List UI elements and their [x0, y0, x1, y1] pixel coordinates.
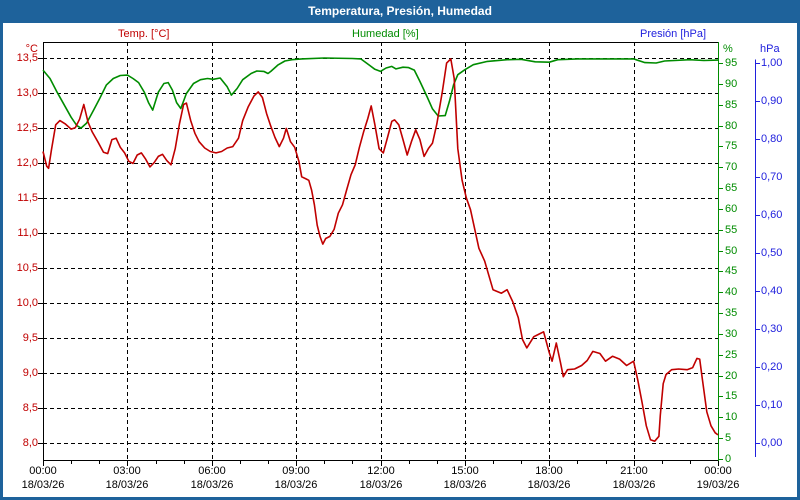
humidity-tick-label: 30	[725, 328, 737, 340]
humidity-tick-label: 80	[725, 120, 737, 132]
humidity-tick-label: 10	[725, 411, 737, 423]
humidity-tick-label: 75	[725, 140, 737, 152]
time-tick-label: 06:00	[192, 465, 232, 477]
temp-tick-label: 12,0	[8, 157, 38, 169]
temp-tick-label: 10,0	[8, 297, 38, 309]
pressure-tick-label: 0,90	[761, 95, 782, 107]
date-tick-label: 18/03/26	[268, 479, 324, 491]
chart-window: Temperatura, Presión, Humedad Temp. [°C]…	[0, 0, 800, 500]
pressure-tick-label: 1,00	[761, 57, 782, 69]
pressure-tick-label: 0,30	[761, 323, 782, 335]
temp-tick-label: 13,5	[8, 52, 38, 64]
temp-tick-label: 12,5	[8, 122, 38, 134]
humidity-tick-label: 0	[725, 453, 731, 465]
pressure-tick-label: 0,60	[761, 209, 782, 221]
humidity-tick-label: 85	[725, 99, 737, 111]
humidity-tick-label: 40	[725, 286, 737, 298]
pressure-tick-label: 0,70	[761, 171, 782, 183]
humidity-tick-label: 20	[725, 370, 737, 382]
pressure-tick-label: 0,20	[761, 361, 782, 373]
humidity-tick-label: 55	[725, 224, 737, 236]
humidity-tick-label: 95	[725, 57, 737, 69]
time-tick-label: 12:00	[361, 465, 401, 477]
humidity-tick-label: 50	[725, 245, 737, 257]
temp-tick-label: 11,5	[8, 192, 38, 204]
date-tick-label: 18/03/26	[99, 479, 155, 491]
pressure-tick-label: 0,10	[761, 399, 782, 411]
date-tick-label: 18/03/26	[521, 479, 577, 491]
humidity-tick-label: 45	[725, 265, 737, 277]
time-tick-label: 00:00	[23, 465, 63, 477]
date-tick-label: 19/03/26	[690, 479, 746, 491]
time-tick-label: 00:00	[698, 465, 738, 477]
humidity-tick-label: 5	[725, 432, 731, 444]
date-tick-label: 18/03/26	[437, 479, 493, 491]
humidity-tick-label: 90	[725, 78, 737, 90]
time-tick-label: 18:00	[529, 465, 569, 477]
temp-tick-label: 11,0	[8, 227, 38, 239]
temp-tick-label: 8,0	[8, 437, 38, 449]
humidity-tick-label: 35	[725, 307, 737, 319]
humidity-tick-label: 65	[725, 182, 737, 194]
humidity-tick-label: 15	[725, 390, 737, 402]
time-tick-label: 21:00	[614, 465, 654, 477]
date-tick-label: 18/03/26	[606, 479, 662, 491]
pressure-tick-label: 0,00	[761, 437, 782, 449]
date-tick-label: 18/03/26	[353, 479, 409, 491]
time-tick-label: 09:00	[276, 465, 316, 477]
humidity-tick-label: 70	[725, 161, 737, 173]
date-tick-label: 18/03/26	[184, 479, 240, 491]
pressure-tick-label: 0,40	[761, 285, 782, 297]
pressure-tick-label: 0,50	[761, 247, 782, 259]
temp-tick-label: 10,5	[8, 262, 38, 274]
temp-tick-label: 9,0	[8, 367, 38, 379]
temp-tick-label: 8,5	[8, 402, 38, 414]
temp-tick-label: 13,0	[8, 87, 38, 99]
temp-series-line	[43, 59, 718, 441]
time-tick-label: 15:00	[445, 465, 485, 477]
date-tick-label: 18/03/26	[15, 479, 71, 491]
humidity-tick-label: 60	[725, 203, 737, 215]
temp-tick-label: 9,5	[8, 332, 38, 344]
humidity-tick-label: 25	[725, 349, 737, 361]
pressure-tick-label: 0,80	[761, 133, 782, 145]
time-tick-label: 03:00	[107, 465, 147, 477]
plot-svg	[0, 0, 800, 500]
